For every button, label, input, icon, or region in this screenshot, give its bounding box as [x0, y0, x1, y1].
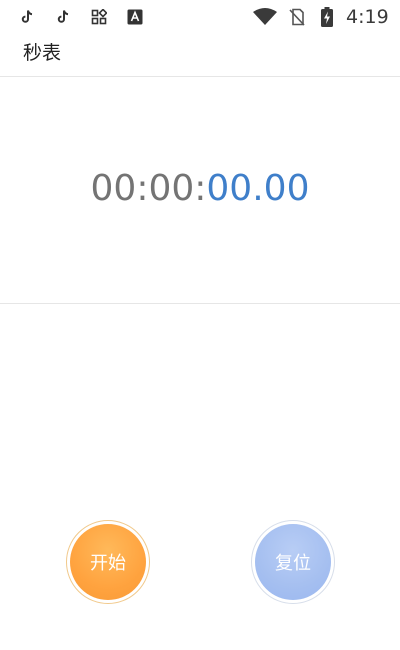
start-button-label: 开始	[70, 524, 146, 600]
battery-charging-icon	[318, 7, 336, 27]
wifi-icon	[252, 8, 278, 26]
tiktok-icon	[18, 8, 36, 26]
no-sim-icon	[288, 8, 306, 26]
apps-grid-icon	[90, 8, 108, 26]
tiktok-icon	[54, 8, 72, 26]
stopwatch-display: 00:00:00.00	[0, 168, 400, 209]
page-title: 秒表	[23, 42, 62, 64]
status-time: 4:19	[346, 6, 389, 28]
reset-button[interactable]: 复位	[251, 520, 335, 604]
display-divider	[0, 303, 400, 304]
font-a-icon	[126, 8, 144, 26]
status-bar: 4:19	[0, 0, 400, 36]
reset-button-label: 复位	[255, 524, 331, 600]
time-seconds-fraction: 00.00	[206, 168, 310, 209]
start-button[interactable]: 开始	[66, 520, 150, 604]
stopwatch-screen: 4:19 秒表 00:00:00.00 开始 复位	[0, 0, 400, 650]
time-hours-minutes: 00:00:	[90, 168, 207, 209]
header-divider	[0, 76, 400, 77]
